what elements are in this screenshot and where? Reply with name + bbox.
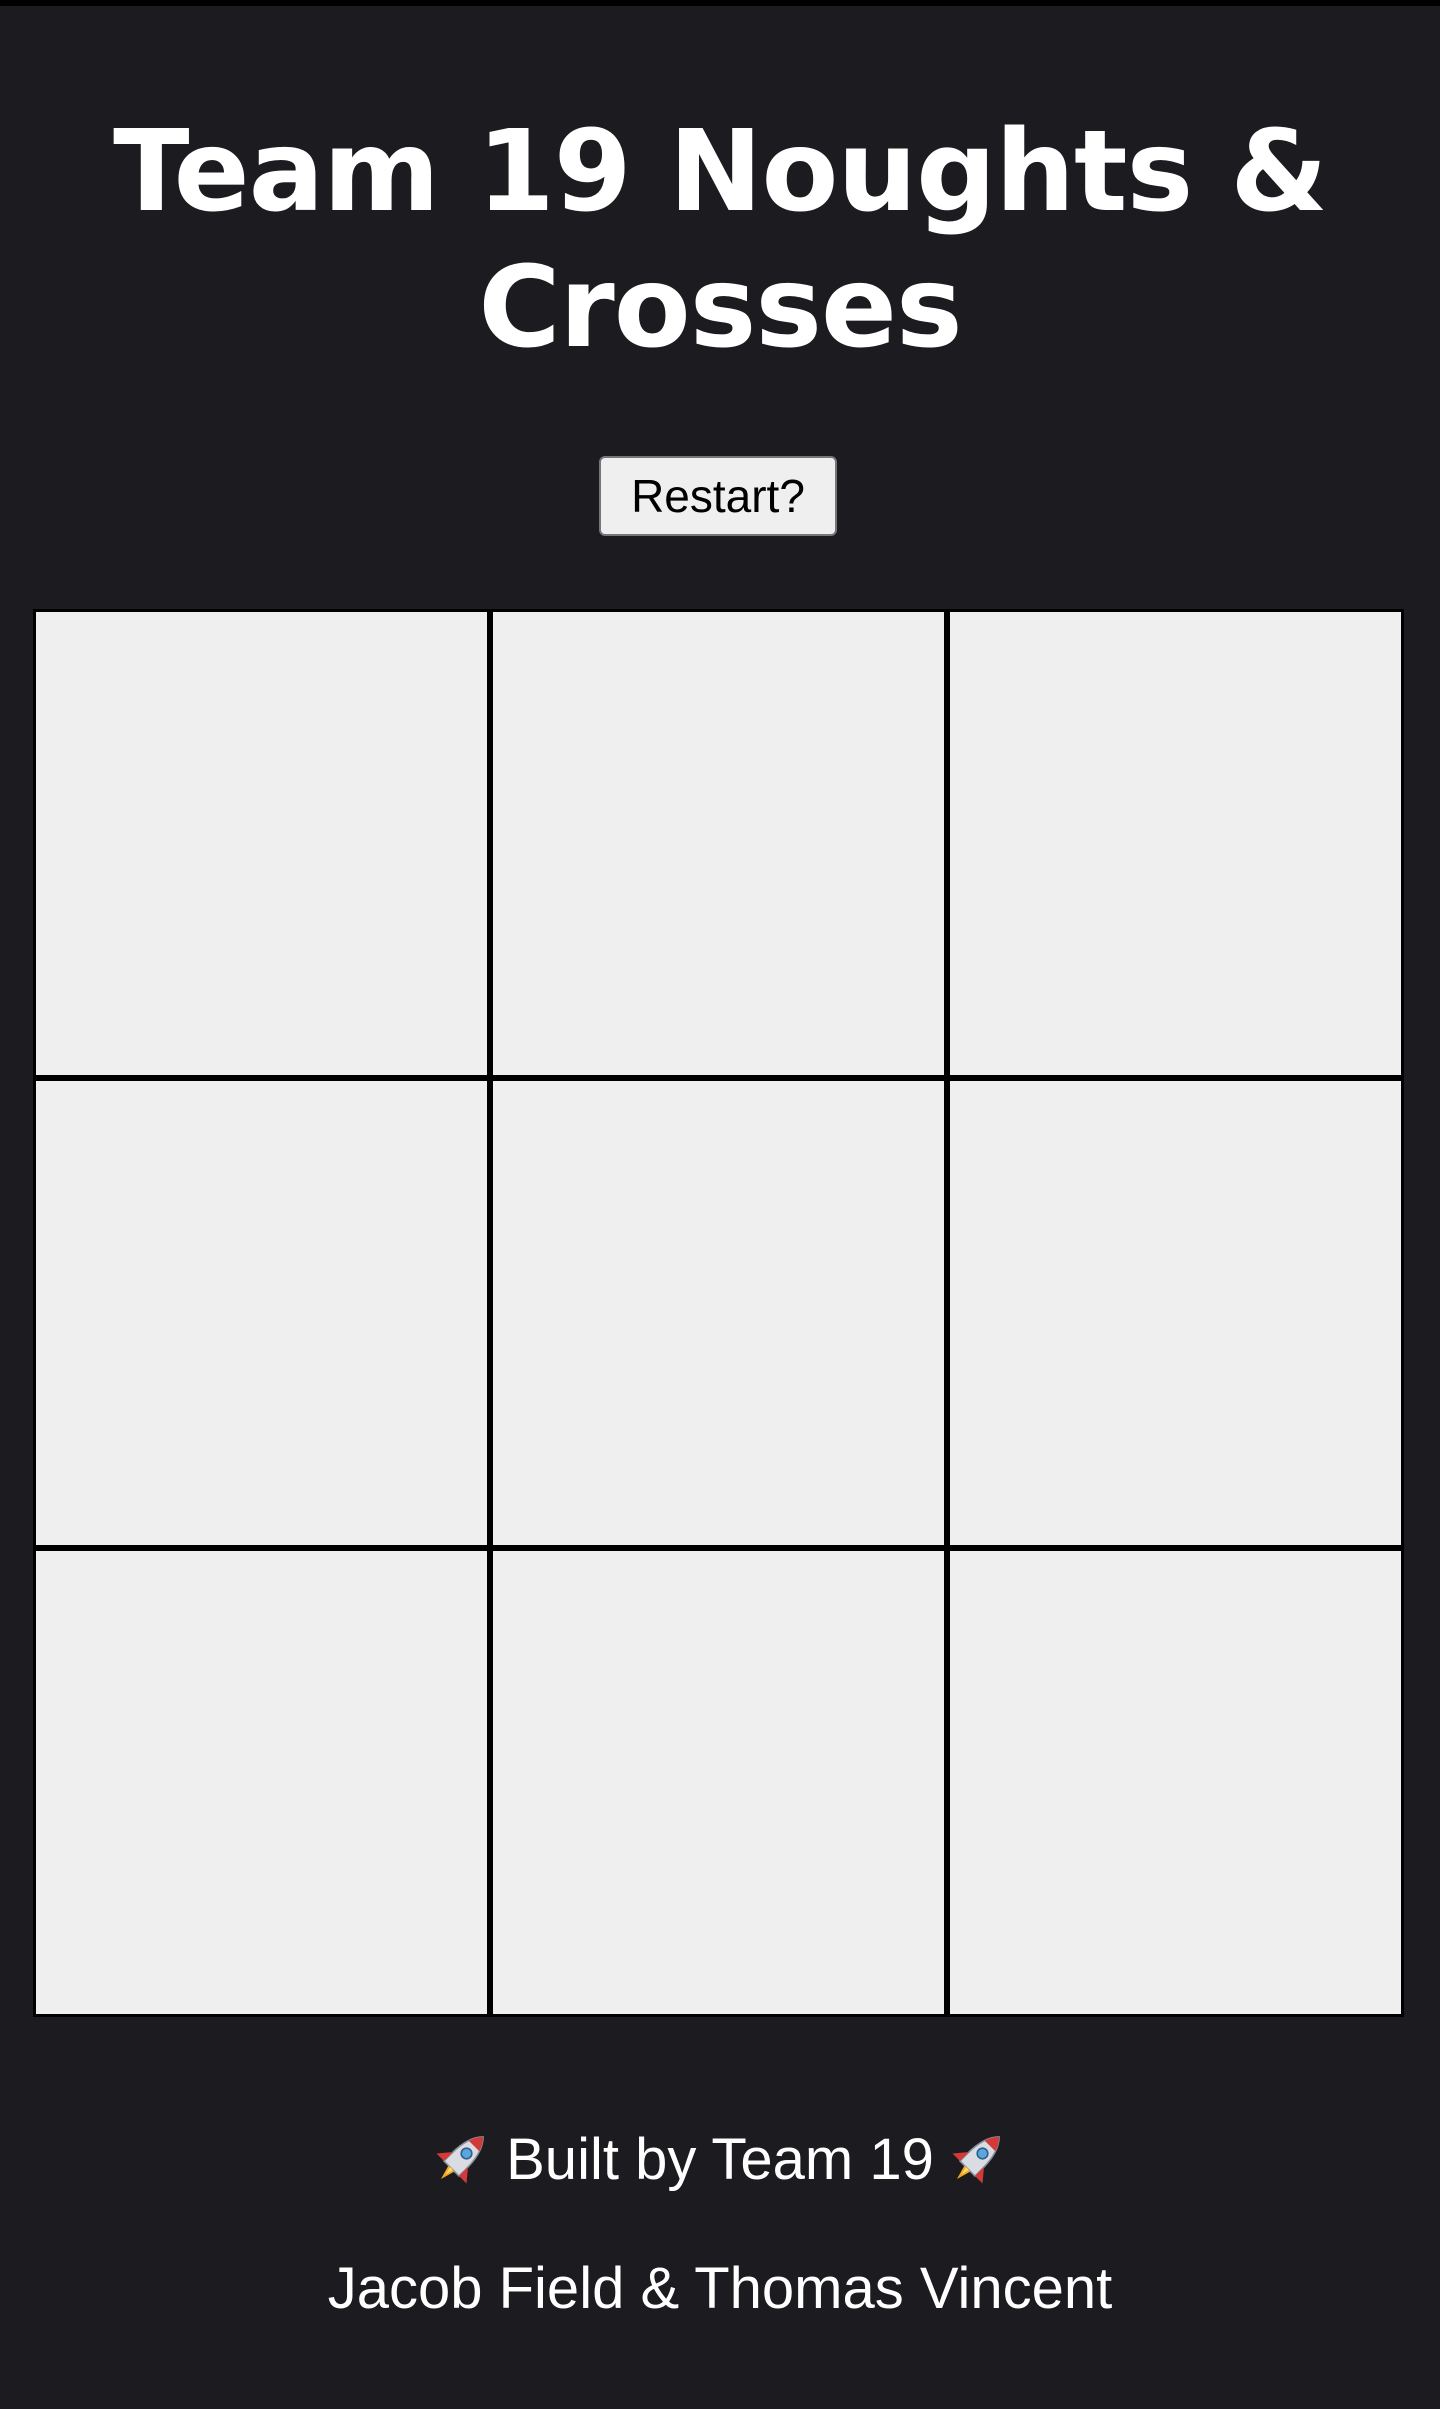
rocket-icon — [944, 2124, 1012, 2192]
board-cell-8[interactable] — [493, 1550, 944, 2014]
built-by-credit: Built by Team 19 — [0, 2124, 1440, 2198]
board-cell-5[interactable] — [493, 1081, 944, 1545]
board-cell-2[interactable] — [493, 612, 944, 1076]
restart-button[interactable]: Restart? — [599, 456, 837, 536]
board-cell-7[interactable] — [36, 1550, 487, 2014]
game-board — [33, 609, 1404, 2017]
rocket-icon — [428, 2124, 496, 2192]
board-cell-3[interactable] — [950, 612, 1401, 1076]
page-title: Team 19 Noughts & Crosses — [113, 107, 1328, 373]
board-cell-4[interactable] — [36, 1081, 487, 1545]
board-cell-6[interactable] — [950, 1081, 1401, 1545]
built-by-label: Built by Team 19 — [506, 2127, 934, 2192]
authors-credit: Jacob Field & Thomas Vincent — [327, 2256, 1113, 2321]
board-cell-9[interactable] — [950, 1550, 1401, 2014]
board-cell-1[interactable] — [36, 612, 487, 1076]
